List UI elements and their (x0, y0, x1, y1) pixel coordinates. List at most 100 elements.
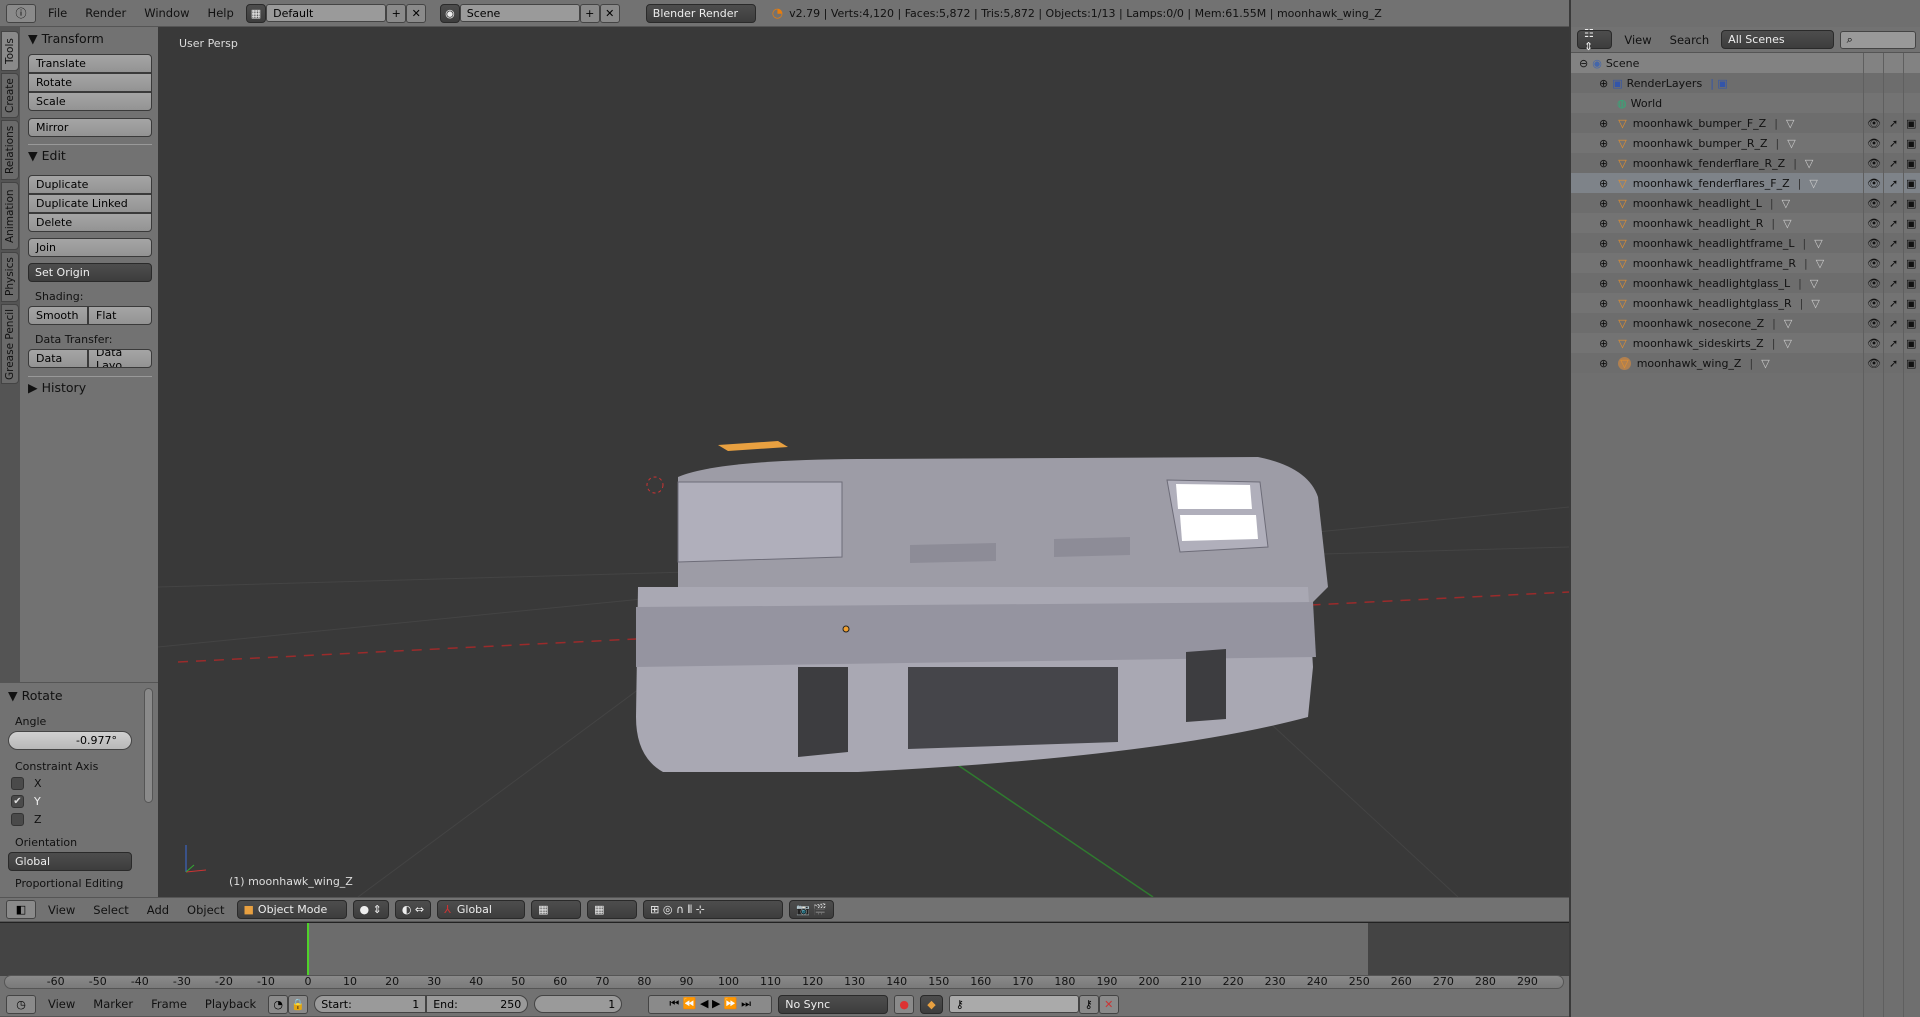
outliner-object-row[interactable]: ⊕ ▽ moonhawk_bumper_R_Z | ▽ 👁 ➚ ▣ (1571, 133, 1920, 153)
end-frame-field[interactable]: End: 250 (426, 995, 529, 1013)
menu-object[interactable]: Object (181, 903, 230, 917)
expand-icon[interactable]: ⊕ (1599, 177, 1608, 190)
flat-button[interactable]: Flat (88, 306, 152, 325)
menu-select[interactable]: Select (87, 903, 134, 917)
renderable-camera-icon[interactable]: ▣ (1906, 257, 1916, 270)
info-editor-icon[interactable]: ⓘ (6, 3, 36, 23)
selectable-cursor-icon[interactable]: ➚ (1889, 117, 1898, 130)
outliner-object-row[interactable]: ⊕ ▽ moonhawk_headlightglass_R | ▽ 👁 ➚ ▣ (1571, 293, 1920, 313)
visibility-eye-icon[interactable]: 👁 (1867, 217, 1881, 230)
renderable-camera-icon[interactable]: ▣ (1906, 177, 1916, 190)
visibility-eye-icon[interactable]: 👁 (1867, 277, 1881, 290)
current-frame-indicator[interactable] (307, 923, 309, 976)
expand-icon[interactable]: ⊕ (1599, 277, 1608, 290)
expand-icon[interactable]: ⊕ (1599, 297, 1608, 310)
timeline-ruler[interactable]: -60 -50 -40 -30 -20 -10 0 10 20 30 40 50 60 70 80 90 100… (4, 975, 1564, 989)
transform-panel-header[interactable]: ▼ Transform (28, 28, 152, 48)
edit-panel-header[interactable]: ▼ Edit (28, 145, 152, 165)
outliner-object-row[interactable]: ⊕ ▽ moonhawk_sideskirts_Z | ▽ 👁 ➚ ▣ (1571, 333, 1920, 353)
visibility-eye-icon[interactable]: 👁 (1867, 357, 1881, 370)
selectable-cursor-icon[interactable]: ➚ (1889, 197, 1898, 210)
set-origin-select[interactable]: Set Origin (28, 263, 152, 282)
renderable-camera-icon[interactable]: ▣ (1906, 197, 1916, 210)
visibility-eye-icon[interactable]: 👁 (1867, 237, 1881, 250)
selectable-cursor-icon[interactable]: ➚ (1889, 337, 1898, 350)
visibility-eye-icon[interactable]: 👁 (1867, 117, 1881, 130)
layout-field[interactable]: Default (266, 4, 387, 22)
lock-icon[interactable]: 🔒 (288, 994, 309, 1014)
outliner-object-row[interactable]: ⊕ ▽ moonhawk_bumper_F_Z | ▽ 👁 ➚ ▣ (1571, 113, 1920, 133)
preview-range-icon[interactable]: ◔ (268, 994, 289, 1014)
expand-icon[interactable]: ⊕ (1599, 157, 1608, 170)
render-icons[interactable]: 📷 🎬 (789, 900, 835, 919)
selectable-cursor-icon[interactable]: ➚ (1889, 237, 1898, 250)
angle-field[interactable]: -0.977° (8, 731, 132, 750)
selectable-cursor-icon[interactable]: ➚ (1889, 217, 1898, 230)
start-frame-field[interactable]: Start: 1 (314, 995, 427, 1013)
orientation-header-select[interactable]: ⅄ Global (437, 900, 526, 919)
orientation-select[interactable]: Global (8, 852, 132, 871)
add-scene-icon[interactable]: + (579, 3, 600, 23)
tab-grease-pencil[interactable]: Grease Pencil (1, 304, 19, 384)
display-mode-select[interactable]: All Scenes (1721, 30, 1834, 49)
outliner-object-row[interactable]: ⊕ ▽ moonhawk_fenderflare_R_Z | ▽ 👁 ➚ ▣ (1571, 153, 1920, 173)
renderable-camera-icon[interactable]: ▣ (1906, 297, 1916, 310)
expand-icon[interactable]: ⊕ (1599, 317, 1608, 330)
expand-icon[interactable]: ⊕ (1599, 337, 1608, 350)
selectable-cursor-icon[interactable]: ➚ (1889, 317, 1898, 330)
insert-key-icon[interactable]: ⚷ (1078, 994, 1099, 1014)
visibility-eye-icon[interactable]: 👁 (1867, 137, 1881, 150)
scale-button[interactable]: Scale (28, 92, 152, 111)
outliner-object-row[interactable]: ⊕ ▽ moonhawk_headlight_L | ▽ 👁 ➚ ▣ (1571, 193, 1920, 213)
tab-relations[interactable]: Relations (1, 120, 19, 180)
renderable-camera-icon[interactable]: ▣ (1906, 237, 1916, 250)
tab-create[interactable]: Create (1, 73, 19, 118)
outliner-renderlayers-row[interactable]: ⊕ ▣ RenderLayers | ▣ (1571, 73, 1920, 93)
visibility-eye-icon[interactable]: 👁 (1867, 337, 1881, 350)
selectable-cursor-icon[interactable]: ➚ (1889, 177, 1898, 190)
expand-icon[interactable]: ⊕ (1599, 197, 1608, 210)
menu-marker[interactable]: Marker (87, 997, 139, 1011)
expand-icon[interactable]: ⊕ (1599, 217, 1608, 230)
visibility-eye-icon[interactable]: 👁 (1867, 157, 1881, 170)
renderable-camera-icon[interactable]: ▣ (1906, 357, 1916, 370)
axis-z-checkbox[interactable]: Z (11, 813, 147, 826)
expand-icon[interactable]: ⊕ (1599, 357, 1608, 370)
selectable-cursor-icon[interactable]: ➚ (1889, 137, 1898, 150)
pivot-select[interactable]: ◐ ⇔ (394, 900, 432, 919)
renderable-camera-icon[interactable]: ▣ (1906, 277, 1916, 290)
delete-layout-icon[interactable]: ✕ (406, 3, 427, 23)
duplicate-button[interactable]: Duplicate (28, 175, 152, 194)
mode-select[interactable]: ■ Object Mode (236, 900, 347, 919)
keying-icon[interactable]: ◆ (920, 994, 943, 1014)
outliner-menu-search[interactable]: Search (1664, 33, 1716, 47)
keying-set-field[interactable]: ⚷ (948, 995, 1079, 1013)
shading-select[interactable]: ● ⇕ (352, 900, 389, 919)
menu-window[interactable]: Window (138, 6, 195, 20)
history-panel-header[interactable]: ▶ History (28, 377, 152, 397)
timeline-editor-icon[interactable]: ◷ (6, 994, 36, 1014)
duplicate-linked-button[interactable]: Duplicate Linked (28, 194, 152, 213)
mirror-button[interactable]: Mirror (28, 118, 152, 137)
outliner-search-input[interactable]: ⌕ (1839, 30, 1916, 49)
expand-icon[interactable]: ⊕ (1599, 237, 1608, 250)
outliner-object-row[interactable]: ⊕ ▽ moonhawk_fenderflares_F_Z | ▽ 👁 ➚ ▣ (1571, 173, 1920, 193)
renderable-camera-icon[interactable]: ▣ (1906, 157, 1916, 170)
axis-y-checkbox[interactable]: ✔ Y (11, 795, 147, 808)
axis-x-checkbox[interactable]: X (11, 777, 147, 790)
selectable-cursor-icon[interactable]: ➚ (1889, 257, 1898, 270)
selectable-cursor-icon[interactable]: ➚ (1889, 357, 1898, 370)
outliner-editor-icon[interactable]: ☷ ⇕ (1577, 27, 1613, 53)
renderable-camera-icon[interactable]: ▣ (1906, 337, 1916, 350)
menu-frame[interactable]: Frame (145, 997, 193, 1011)
tab-tools[interactable]: Tools (1, 31, 19, 71)
visibility-eye-icon[interactable]: 👁 (1867, 257, 1881, 270)
data-button[interactable]: Data (28, 349, 88, 368)
selectable-cursor-icon[interactable]: ➚ (1889, 297, 1898, 310)
editor-type-icon[interactable]: ◧ (6, 900, 36, 919)
record-icon[interactable]: ● (894, 994, 915, 1014)
join-button[interactable]: Join (28, 238, 152, 257)
layers-grid-2[interactable]: ▦ (587, 900, 638, 919)
tab-animation[interactable]: Animation (1, 182, 19, 250)
renderable-camera-icon[interactable]: ▣ (1906, 117, 1916, 130)
